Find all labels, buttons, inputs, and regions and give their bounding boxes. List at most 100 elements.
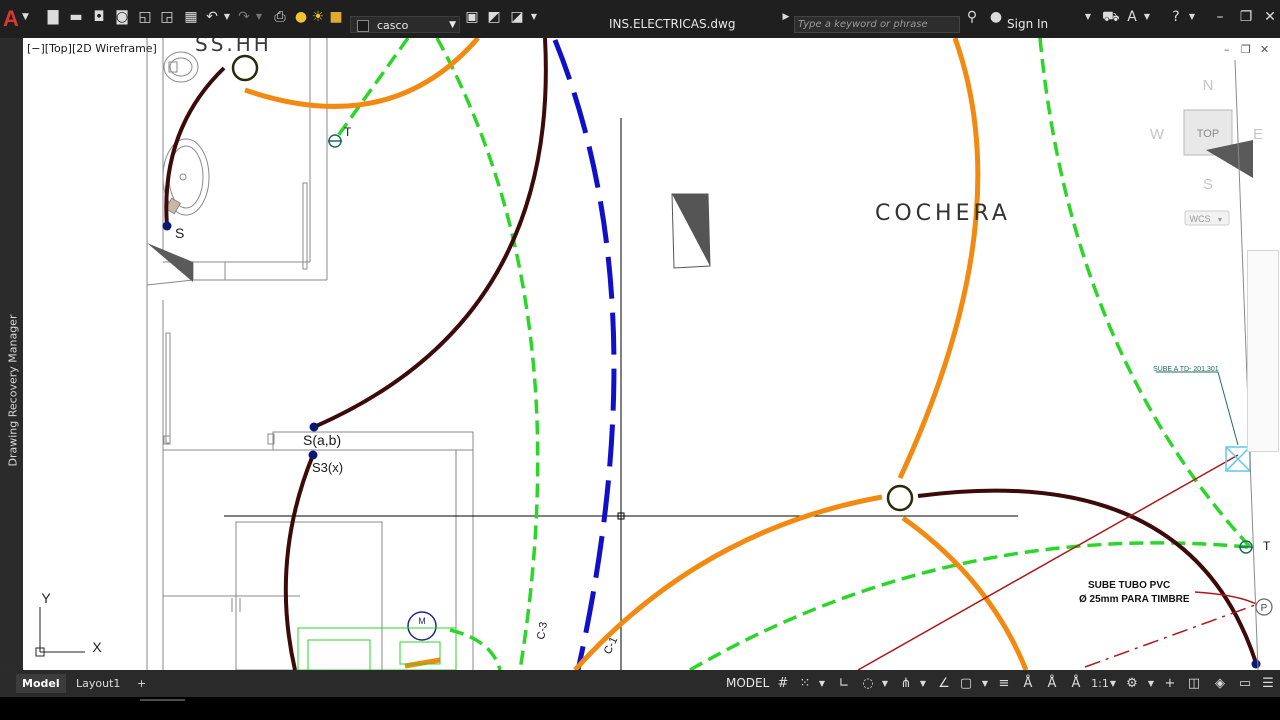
match-layer-icon[interactable]: ◩	[486, 8, 502, 26]
drawing-canvas[interactable]: P M SS.HH COCHERA S S(a,b) S3(x) T T C-3…	[23, 38, 1280, 670]
apps-dropdown-icon[interactable]: ▼	[1142, 8, 1152, 26]
sign-in-link[interactable]: Sign In	[1007, 17, 1048, 31]
osnap-dropdown-icon[interactable]: ▼	[980, 675, 990, 693]
gear-icon[interactable]: ⚙	[1124, 675, 1140, 693]
help-dropdown-icon[interactable]: ▼	[1187, 8, 1197, 26]
drawing-recovery-label: Drawing Recovery Manager	[6, 314, 20, 467]
add-icon[interactable]: +	[1162, 675, 1178, 693]
ucs-x-label: X	[92, 639, 102, 655]
layer-freeze-sun-icon[interactable]: ☀	[311, 8, 325, 26]
new-file-icon[interactable]: ▇	[44, 8, 62, 26]
ucs-icon	[35, 607, 85, 657]
layer-dropdown[interactable]: casco ▼	[350, 16, 460, 33]
clean-screen-icon[interactable]: ▭	[1237, 675, 1253, 693]
model-space-button[interactable]: MODEL	[726, 676, 769, 690]
drawing-restore-icon[interactable]: ❐	[1241, 43, 1251, 56]
lineweight-icon[interactable]: ≡	[996, 675, 1012, 693]
auto-scale-icon[interactable]: Å	[1044, 675, 1060, 693]
viewcube-face-label: TOP	[1197, 128, 1219, 140]
web-save-icon[interactable]: ◲	[158, 8, 176, 26]
plot-icon[interactable]: ▦	[182, 8, 200, 26]
switch-dot-s3x[interactable]	[308, 450, 318, 460]
annotation-visibility-icon[interactable]: Å	[1020, 675, 1036, 693]
help-icon[interactable]: ?	[1168, 8, 1184, 26]
app-logo[interactable]: A	[3, 6, 19, 32]
redo-dropdown-icon[interactable]: ▼	[254, 8, 264, 26]
layer-on-bulb-icon[interactable]: ●	[294, 8, 308, 26]
motor-label: M	[418, 616, 426, 626]
bell-push-label: P	[1261, 603, 1268, 614]
polar-dropdown-icon[interactable]: ▼	[880, 675, 890, 693]
viewcube-north[interactable]: N	[1203, 77, 1214, 94]
drawing-minimize-icon[interactable]: –	[1224, 43, 1230, 56]
minimize-icon[interactable]: –	[1212, 8, 1228, 26]
dark-circuit-lines	[164, 38, 1258, 670]
blue-circuit-line	[552, 39, 617, 670]
save-icon[interactable]: ◘	[90, 8, 108, 26]
viewcube-west[interactable]: W	[1150, 126, 1165, 143]
save-as-icon[interactable]: ◙	[113, 8, 131, 26]
switch-dot-s[interactable]	[162, 221, 172, 231]
quick-access-customize-icon[interactable]: ▼	[529, 8, 539, 26]
drawing-recovery-panel[interactable]: Drawing Recovery Manager	[0, 38, 23, 670]
scale-dropdown-icon[interactable]: ▼	[1108, 675, 1118, 693]
restore-icon[interactable]: ❐	[1238, 8, 1254, 26]
object-snap-icon[interactable]: ▢	[958, 675, 974, 693]
isodraft-icon[interactable]: ⋔	[898, 675, 914, 693]
snap-dropdown-icon[interactable]: ▼	[817, 675, 827, 693]
fixture-drawings	[162, 51, 210, 216]
navigation-bar[interactable]	[1247, 250, 1279, 452]
viewcube-south[interactable]: S	[1203, 176, 1213, 193]
viewport-controls-label[interactable]: [−][Top][2D Wireframe]	[27, 42, 157, 55]
ceiling-light-cochera[interactable]	[886, 484, 914, 512]
switch-dot-sab[interactable]	[309, 422, 319, 432]
undo-icon[interactable]: ↶	[204, 8, 220, 26]
object-snap-tracking-icon[interactable]: ∠	[936, 675, 952, 693]
add-layout-button[interactable]: +	[131, 674, 152, 693]
customization-menu-icon[interactable]: ☰	[1260, 675, 1276, 693]
print-icon[interactable]: ⎙	[271, 8, 289, 26]
switch-label-sab: S(a,b)	[303, 432, 341, 448]
close-icon[interactable]: ✕	[1262, 8, 1278, 26]
switch-dot-bell[interactable]	[1251, 659, 1261, 669]
web-open-icon[interactable]: ◱	[136, 8, 154, 26]
leader-line	[1156, 371, 1239, 446]
exchange-apps-icon[interactable]: A	[1124, 8, 1140, 26]
viewcube-east[interactable]: E	[1253, 126, 1263, 143]
annotation-scale-value[interactable]: 1:1	[1090, 675, 1110, 693]
ceiling-light-ssHH[interactable]	[231, 54, 259, 82]
isodraft-dropdown-icon[interactable]: ▼	[918, 675, 928, 693]
tab-model[interactable]: Model	[16, 674, 66, 693]
search-icon[interactable]: ⚲	[964, 8, 980, 26]
layer-previous-icon[interactable]: ◪	[509, 8, 525, 26]
search-expand-arrow-icon[interactable]: ▶	[782, 8, 790, 26]
layer-name: casco	[377, 19, 409, 32]
redo-icon[interactable]: ↷	[236, 8, 252, 26]
svg-text:▼: ▼	[1217, 217, 1224, 224]
drawing-close-icon[interactable]: ✕	[1260, 43, 1269, 56]
annotation-scale-icon[interactable]: Å	[1068, 675, 1084, 693]
user-icon[interactable]: ●	[988, 8, 1004, 26]
undo-dropdown-icon[interactable]: ▼	[222, 8, 232, 26]
cart-icon[interactable]: ⛟	[1102, 8, 1120, 26]
polar-tracking-icon[interactable]: ◌	[860, 675, 876, 693]
hardware-acceleration-icon[interactable]: ◈	[1212, 675, 1228, 693]
title-bar: A ▼ ▇ ▬ ◘ ◙ ◱ ◲ ▦ ↶ ▼ ↷ ▼ ⎙ ● ☀ ■ casco …	[0, 0, 1280, 38]
layer-properties-icon[interactable]: ▣	[464, 8, 480, 26]
viewcube[interactable]: N W E S TOP WCS ▼	[1150, 77, 1263, 226]
layer-lock-icon[interactable]: ■	[329, 8, 343, 26]
tag-t-right: T	[1263, 539, 1271, 553]
open-folder-icon[interactable]: ▬	[67, 8, 85, 26]
grid-icon[interactable]: #	[775, 675, 791, 693]
chevron-down-icon: ▼	[449, 20, 456, 30]
snap-icon[interactable]: ⁙	[797, 675, 813, 693]
tab-layout1[interactable]: Layout1	[70, 674, 126, 693]
ortho-icon[interactable]: ∟	[836, 675, 852, 693]
room-label-cochera: COCHERA	[875, 201, 1011, 226]
sign-in-dropdown-icon[interactable]: ▼	[1083, 8, 1093, 26]
workspace-dropdown-icon[interactable]: ▼	[1146, 675, 1156, 693]
isolate-objects-icon[interactable]: ◫	[1186, 675, 1202, 693]
switch-label-s3x: S3(x)	[312, 460, 343, 475]
search-input[interactable]: Type a keyword or phrase	[794, 16, 960, 33]
app-menu-chevron-icon[interactable]: ▼	[22, 8, 29, 26]
